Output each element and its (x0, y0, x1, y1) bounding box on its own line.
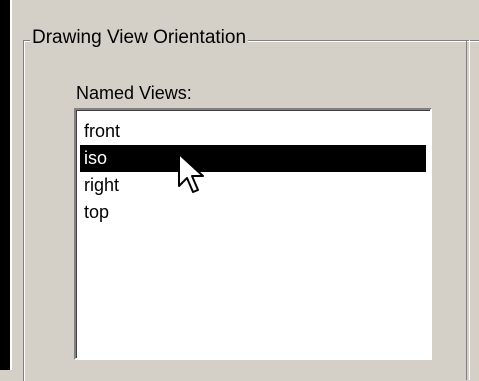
list-item-top[interactable]: top (80, 199, 426, 226)
group-title: Drawing View Orientation (30, 26, 249, 50)
list-item-right[interactable]: right (80, 172, 426, 199)
mouse-pointer-icon (178, 153, 204, 193)
list-item-front[interactable]: front (80, 118, 426, 145)
window-edge (0, 0, 10, 370)
named-views-label: Named Views: (76, 83, 192, 103)
named-views-items: front iso right top (80, 118, 426, 226)
list-item-iso[interactable]: iso (80, 145, 426, 172)
window-edge-highlight (10, 0, 12, 370)
named-views-listbox[interactable]: front iso right top (74, 108, 432, 360)
group-frame-right-edge (466, 40, 470, 380)
